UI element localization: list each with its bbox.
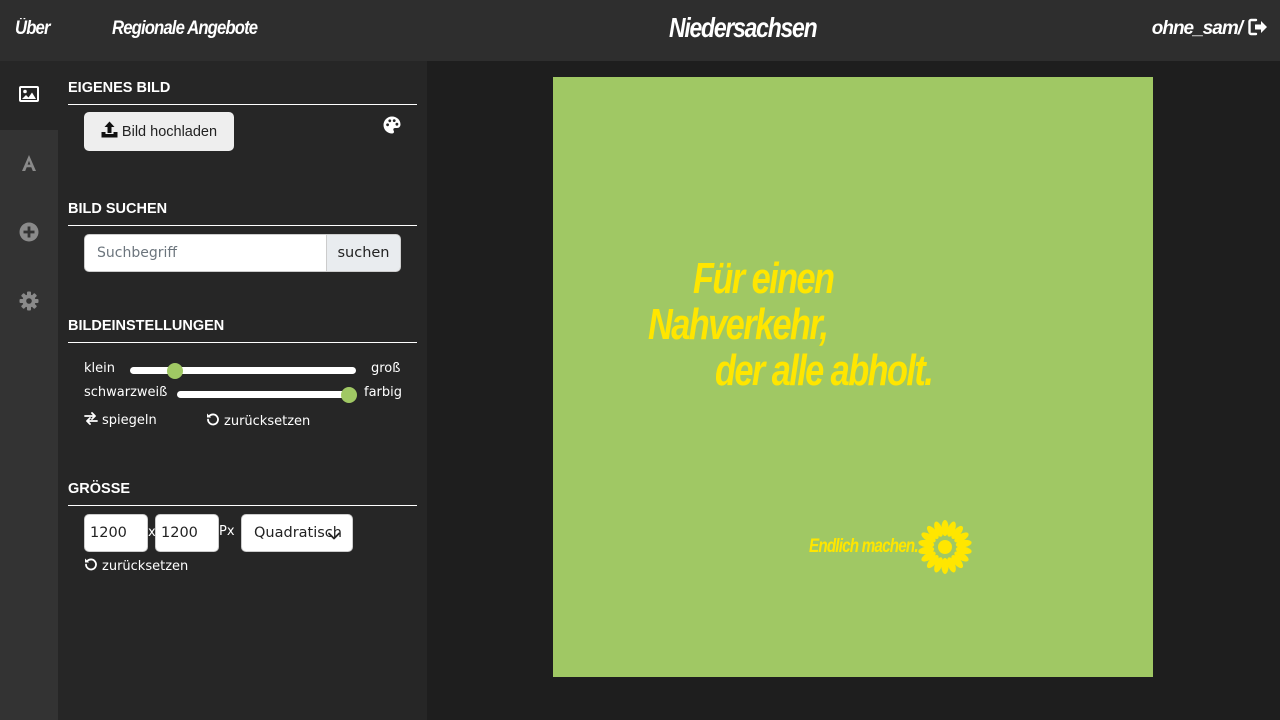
section-title-own-image: EIGENES BILD	[68, 80, 417, 105]
format-select[interactable]: Quadratisch	[241, 514, 353, 552]
headline-line-3[interactable]: der alle abholt.	[715, 349, 934, 393]
brand-title[interactable]: Niedersachsen	[669, 12, 818, 44]
reset-image-settings-button[interactable]: zurücksetzen	[206, 412, 310, 430]
color-slider-min-label: schwarzweiß	[84, 385, 168, 400]
section-title-image-settings: BILDEINSTELLUNGEN	[68, 318, 417, 343]
reset-size-button[interactable]: zurücksetzen	[84, 557, 188, 575]
rail-item-settings[interactable]	[0, 268, 58, 337]
mirror-button[interactable]: spiegeln	[84, 412, 157, 429]
mirror-label: spiegeln	[102, 413, 157, 428]
section-title-search: BILD SUCHEN	[68, 201, 417, 226]
rail-item-image[interactable]	[0, 61, 58, 130]
palette-icon[interactable]	[383, 116, 401, 138]
color-slider[interactable]	[177, 386, 357, 403]
sharepic-canvas[interactable]: Für einen Nahverkehr, der alle abholt. E…	[553, 77, 1153, 677]
width-input[interactable]	[84, 514, 148, 552]
user-menu[interactable]: ohne_sam/	[1152, 18, 1268, 40]
size-slider-thumb[interactable]	[167, 362, 184, 379]
username: ohne_sam/	[1151, 18, 1243, 39]
color-slider-thumb[interactable]	[341, 386, 357, 403]
top-navbar: Über Regionale Angebote Niedersachsen oh…	[0, 0, 1280, 61]
tagline-text: Endlich machen.	[809, 536, 919, 557]
headline-line-1[interactable]: Für einen	[693, 257, 835, 301]
nav-about-link[interactable]: Über	[15, 18, 50, 40]
headline-line-2[interactable]: Nahverkehr,	[648, 303, 829, 347]
nav-regional-link[interactable]: Regionale Angebote	[112, 18, 258, 40]
rail-item-text[interactable]	[0, 130, 58, 199]
settings-panel: EIGENES BILD Bild hochladen BILD SUCHEN …	[58, 61, 427, 720]
text-icon	[20, 154, 38, 176]
tool-rail	[0, 61, 58, 720]
plus-circle-icon	[19, 222, 39, 246]
undo-icon	[84, 557, 98, 575]
gear-icon	[19, 291, 39, 315]
exchange-icon	[84, 412, 98, 429]
upload-icon	[101, 121, 118, 142]
size-slider-min-label: klein	[84, 361, 115, 376]
color-slider-max-label: farbig	[364, 385, 403, 400]
height-input[interactable]	[155, 514, 219, 552]
reset-image-settings-label: zurücksetzen	[224, 413, 311, 429]
logout-icon[interactable]	[1248, 18, 1268, 40]
size-unit: Px	[219, 524, 235, 539]
chevron-down-icon	[328, 528, 340, 544]
image-search-group: suchen	[84, 234, 401, 272]
image-icon	[19, 85, 39, 106]
search-button[interactable]: suchen	[326, 234, 401, 272]
reset-size-label: zurücksetzen	[102, 558, 189, 574]
sunflower-logo-icon	[918, 520, 972, 578]
undo-icon	[206, 412, 220, 430]
upload-button-label: Bild hochladen	[121, 123, 218, 140]
upload-image-button[interactable]: Bild hochladen	[84, 112, 234, 151]
size-slider-max-label: groß	[371, 361, 401, 376]
rail-item-add[interactable]	[0, 199, 58, 268]
search-input[interactable]	[84, 234, 326, 272]
size-slider[interactable]	[130, 362, 356, 379]
section-title-size: GRÖSSE	[68, 481, 417, 506]
